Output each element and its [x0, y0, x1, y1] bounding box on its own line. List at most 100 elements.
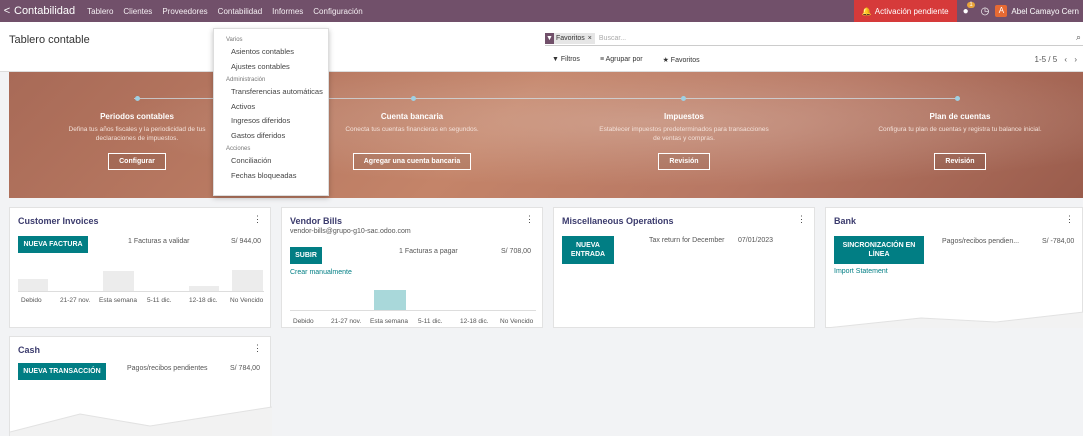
- filters-button[interactable]: ▼ Filtros: [552, 56, 590, 64]
- step-title: Plan de cuentas: [929, 112, 991, 121]
- search-facet[interactable]: ▼ Favoritos ×: [545, 33, 595, 44]
- top-navbar: < Contabilidad Tablero Clientes Proveedo…: [0, 0, 1083, 22]
- step-description: Configura tu plan de cuentas y registra …: [878, 126, 1042, 133]
- menu-proveedores[interactable]: Proveedores: [162, 7, 207, 16]
- tax-return-link[interactable]: Tax return for December: [649, 237, 724, 244]
- menu-item-activos[interactable]: Activos: [214, 100, 328, 115]
- bank-sparkline: [826, 311, 1083, 328]
- back-chevron-icon[interactable]: <: [0, 5, 14, 17]
- clock-icon[interactable]: ◷: [981, 6, 990, 17]
- chart-baseline: [18, 291, 264, 292]
- review-accounts-button[interactable]: Revisión: [934, 153, 986, 170]
- menu-configuracion[interactable]: Configuración: [313, 7, 362, 16]
- pending-payments-link[interactable]: Pagos/recibos pendientes: [127, 365, 208, 372]
- menu-item-conciliacion[interactable]: Conciliación: [214, 154, 328, 169]
- kebab-menu-icon[interactable]: ⋮: [253, 343, 262, 354]
- card-miscellaneous-operations: Miscellaneous Operations ⋮ NUEVA ENTRADA…: [553, 207, 815, 328]
- filter-icon: ▼: [545, 33, 554, 44]
- pager-prev-icon[interactable]: ‹: [1064, 55, 1067, 64]
- review-taxes-button[interactable]: Revisión: [658, 153, 710, 170]
- axis-label: 5-11 dic.: [147, 297, 172, 304]
- section-header: Varios: [226, 37, 243, 43]
- messages-icon[interactable]: ● 1: [963, 1, 975, 17]
- step-title: Impuestos: [663, 112, 704, 121]
- vendor-bills-email[interactable]: vendor-bills@grupo-g10-sac.odoo.com: [290, 228, 411, 235]
- new-transaction-button[interactable]: NUEVA TRANSACCIÓN: [18, 363, 106, 380]
- menu-item-gastos-diferidos[interactable]: Gastos diferidos: [214, 129, 328, 144]
- section-header: Acciones: [226, 146, 251, 152]
- step-dot: [135, 96, 140, 101]
- card-bank: Bank ⋮ SINCRONIZACIÓN EN LÍNEA Pagos/rec…: [825, 207, 1083, 328]
- search-bar[interactable]: ▼ Favoritos × Buscar... ⌕: [545, 32, 1083, 46]
- kebab-menu-icon[interactable]: ⋮: [797, 214, 806, 225]
- new-invoice-button[interactable]: NUEVA FACTURA: [18, 236, 88, 253]
- onboarding-banner: Periodos contables Defina tus años fisca…: [9, 72, 1083, 198]
- menu-clientes[interactable]: Clientes: [123, 7, 152, 16]
- chart-bar: [232, 270, 263, 291]
- chart-bar: [18, 279, 48, 291]
- pager: 1-5 / 5 ‹ ›: [1035, 55, 1078, 64]
- step-fiscal-periods: Periodos contables Defina tus años fisca…: [52, 112, 222, 170]
- step-bank-account: Cuenta bancaria Conecta tus cuentas fina…: [327, 112, 497, 170]
- import-statement-link[interactable]: Import Statement: [834, 268, 888, 275]
- online-sync-button[interactable]: SINCRONIZACIÓN EN LÍNEA: [834, 236, 924, 264]
- menu-item-ingresos-diferidos[interactable]: Ingresos diferidos: [214, 114, 328, 129]
- chart-bar: [374, 290, 406, 310]
- avatar[interactable]: A: [995, 5, 1008, 17]
- bank-amount: S/ -784,00: [1042, 238, 1075, 245]
- facet-close-icon[interactable]: ×: [588, 35, 592, 42]
- step-dot: [411, 96, 416, 101]
- card-title[interactable]: Cash: [18, 345, 40, 355]
- step-title: Cuenta bancaria: [380, 112, 444, 121]
- search-input[interactable]: Buscar...: [599, 35, 626, 42]
- axis-label: 5-11 dic.: [418, 318, 443, 325]
- menu-item-transferencias[interactable]: Transferencias automáticas: [214, 85, 328, 100]
- kebab-menu-icon[interactable]: ⋮: [253, 214, 262, 225]
- user-name[interactable]: Abel Camayo Cern: [1011, 7, 1079, 16]
- search-icon[interactable]: ⌕: [1076, 32, 1081, 43]
- app-name[interactable]: Contabilidad: [14, 5, 75, 17]
- menu-contabilidad[interactable]: Contabilidad: [218, 7, 262, 16]
- menu-tablero[interactable]: Tablero: [87, 7, 113, 16]
- axis-label: Debido: [293, 318, 314, 325]
- facet-label: Favoritos: [556, 35, 585, 42]
- axis-label: 12-18 dic.: [189, 297, 218, 304]
- kebab-menu-icon[interactable]: ⋮: [1065, 214, 1074, 225]
- create-manually-link[interactable]: Crear manualmente: [290, 269, 352, 276]
- card-cash: Cash ⋮ NUEVA TRANSACCIÓN Pagos/recibos p…: [9, 336, 272, 436]
- menu-item-ajustes[interactable]: Ajustes contables: [214, 60, 328, 75]
- card-customer-invoices: Customer Invoices ⋮ NUEVA FACTURA 1 Fact…: [9, 207, 271, 328]
- cash-amount: S/ 784,00: [230, 365, 260, 372]
- pending-payments-link[interactable]: Pagos/recibos pendien...: [942, 238, 1019, 245]
- activation-label: Activación pendiente: [874, 6, 949, 16]
- card-title[interactable]: Bank: [834, 216, 856, 226]
- axis-label: 21-27 nov.: [331, 318, 362, 325]
- step-taxes: Impuestos Establecer impuestos predeterm…: [599, 112, 769, 170]
- card-title[interactable]: Vendor Bills: [290, 216, 342, 226]
- bills-to-pay-link[interactable]: 1 Facturas a pagar: [399, 248, 458, 255]
- menu-informes[interactable]: Informes: [272, 7, 303, 16]
- control-panel: Tablero contable ▼ Favoritos × Buscar...…: [0, 22, 1083, 72]
- favorites-button[interactable]: ★ Favoritos: [663, 56, 710, 64]
- invoices-to-validate-link[interactable]: 1 Facturas a validar: [128, 238, 189, 245]
- upload-button[interactable]: SUBIR: [290, 247, 322, 264]
- step-chart-of-accounts: Plan de cuentas Configura tu plan de cue…: [875, 112, 1045, 170]
- tax-return-date: 07/01/2023: [738, 237, 774, 244]
- activation-badge[interactable]: 🔔 Activación pendiente: [853, 0, 957, 22]
- axis-label: 12-18 dic.: [460, 318, 489, 325]
- pager-value[interactable]: 1-5 / 5: [1035, 55, 1058, 64]
- new-entry-button[interactable]: NUEVA ENTRADA: [562, 236, 614, 264]
- add-bank-account-button[interactable]: Agregar una cuenta bancaria: [352, 153, 472, 170]
- group-by-button[interactable]: ≡ Agrupar por: [600, 56, 653, 64]
- bell-icon: 🔔: [861, 6, 872, 16]
- card-title[interactable]: Miscellaneous Operations: [562, 216, 674, 226]
- pager-next-icon[interactable]: ›: [1074, 55, 1077, 64]
- card-title[interactable]: Customer Invoices: [18, 216, 99, 226]
- step-title: Periodos contables: [100, 112, 174, 121]
- configure-button[interactable]: Configurar: [108, 153, 166, 170]
- axis-label: Debido: [21, 297, 42, 304]
- kebab-menu-icon[interactable]: ⋮: [525, 214, 534, 225]
- step-description: Conecta tus cuentas financieras en segun…: [345, 126, 479, 133]
- menu-item-asientos[interactable]: Asientos contables: [214, 45, 328, 60]
- menu-item-fechas-bloqueadas[interactable]: Fechas bloqueadas: [214, 169, 328, 184]
